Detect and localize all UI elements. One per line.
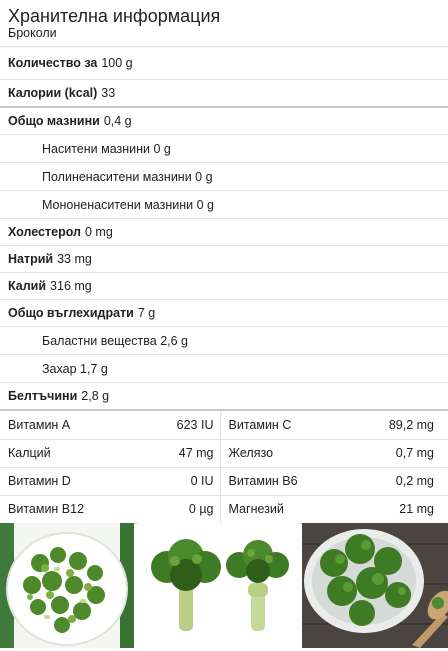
- row-monounsaturated-fat: Мононенаситени мазнини 0 g: [0, 191, 448, 219]
- vitamin-value: 0 IU: [120, 467, 220, 496]
- protein-label: Белтъчини: [8, 389, 78, 403]
- sodium-value: 33 mg: [57, 252, 92, 266]
- nutrition-header: Хранителна информация Броколи: [0, 0, 448, 47]
- saturated-value: 0 g: [153, 141, 171, 156]
- polyunsaturated-label: Полиненаситени мазнини: [42, 169, 192, 184]
- photo-broccoli-bowl[interactable]: [302, 523, 448, 648]
- polyunsaturated-value: 0 g: [195, 169, 213, 184]
- row-cholesterol: Холестерол 0 mg: [0, 219, 448, 246]
- cholesterol-label: Холестерол: [8, 225, 81, 239]
- fiber-value: 2,6 g: [160, 333, 189, 348]
- row-sugar: Захар 1,7 g: [0, 355, 448, 383]
- vitamin-name: Желязо: [219, 439, 340, 468]
- vitamin-name: Магнезий: [219, 495, 340, 524]
- table-row: Витамин D 0 IU Витамин B6 0,2 mg: [0, 467, 448, 496]
- sugar-value: 1,7 g: [80, 361, 108, 376]
- cholesterol-value: 0 mg: [85, 225, 113, 239]
- table-row: Калций 47 mg Желязо 0,7 mg: [0, 439, 448, 468]
- vitamin-name: Калций: [0, 439, 120, 468]
- vitamin-name: Витамин A: [0, 411, 120, 440]
- vitamin-value: 0 µg: [120, 495, 220, 524]
- nutrition-card: Хранителна информация Броколи Количество…: [0, 0, 448, 651]
- page-title: Хранителна информация: [8, 6, 221, 26]
- photo-broccoli-heads[interactable]: [139, 523, 297, 648]
- protein-value: 2,8 g: [81, 389, 110, 403]
- fat-value: 0,4 g: [103, 114, 132, 128]
- row-polyunsaturated-fat: Полиненаситени мазнини 0 g: [0, 163, 448, 191]
- vitamins-table: Витамин A 623 IU Витамин C 89,2 mg Калци…: [0, 411, 448, 524]
- vitamin-value: 89,2 mg: [340, 411, 448, 440]
- vitamin-name: Витамин B6: [219, 467, 340, 496]
- row-carbohydrates: Общо въглехидрати 7 g: [0, 300, 448, 327]
- vitamin-name: Витамин B12: [0, 495, 120, 524]
- row-saturated-fat: Наситени мазнини 0 g: [0, 135, 448, 163]
- vitamin-value: 0,7 mg: [340, 439, 448, 468]
- potassium-label: Калий: [8, 279, 47, 293]
- sodium-label: Натрий: [8, 252, 54, 266]
- potassium-value: 316 mg: [50, 279, 92, 293]
- vitamin-name: Витамин C: [219, 411, 340, 440]
- monounsaturated-value: 0 g: [196, 197, 214, 212]
- calories-label: Калории (kcal): [8, 86, 98, 100]
- vitamin-value: 21 mg: [340, 495, 448, 524]
- vitamin-name: Витамин D: [0, 467, 120, 496]
- saturated-label: Наситени мазнини: [42, 141, 151, 156]
- photo-strip: [0, 523, 448, 651]
- vitamin-value: 0,2 mg: [340, 467, 448, 496]
- food-name: Броколи: [8, 26, 57, 40]
- row-fat: Общо мазнини 0,4 g: [0, 108, 448, 135]
- vitamin-value: 47 mg: [120, 439, 220, 468]
- quantity-label: Количество за: [8, 56, 98, 70]
- table-row: Витамин A 623 IU Витамин C 89,2 mg: [0, 411, 448, 440]
- quantity-value: 100 g: [101, 56, 133, 70]
- fat-label: Общо мазнини: [8, 114, 100, 128]
- carbs-label: Общо въглехидрати: [8, 306, 134, 320]
- row-fiber: Баластни вещества 2,6 g: [0, 327, 448, 355]
- table-row: Витамин B12 0 µg Магнезий 21 mg: [0, 495, 448, 524]
- row-potassium: Калий 316 mg: [0, 273, 448, 300]
- row-calories: Калории (kcal) 33: [0, 80, 448, 108]
- vitamin-value: 623 IU: [120, 411, 220, 440]
- fiber-label: Баластни вещества: [42, 333, 157, 348]
- row-protein: Белтъчини 2,8 g: [0, 383, 448, 411]
- row-sodium: Натрий 33 mg: [0, 246, 448, 273]
- monounsaturated-label: Мононенаситени мазнини: [42, 197, 194, 212]
- carbs-value: 7 g: [137, 306, 156, 320]
- row-quantity: Количество за 100 g: [0, 47, 448, 80]
- photo-broccoli-plate[interactable]: [0, 523, 134, 648]
- sugar-label: Захар: [42, 361, 77, 376]
- calories-value: 33: [101, 86, 116, 100]
